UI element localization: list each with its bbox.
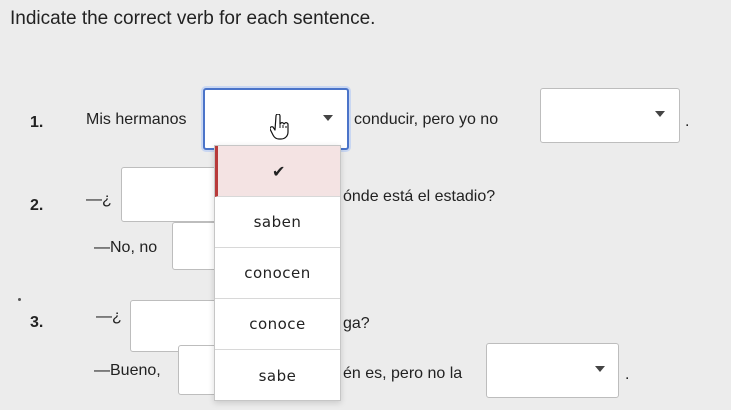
question-2-line1-start: —¿ <box>86 191 112 208</box>
question-3-end: . <box>625 366 630 383</box>
question-3-number: 3. <box>30 314 44 331</box>
question-1-number: 1. <box>30 114 44 131</box>
verb-dropdown-list: ✔ saben conocen conoce sabe <box>214 145 341 401</box>
checkmark-icon: ✔ <box>272 161 286 181</box>
question-3-line1-end: ga? <box>343 315 370 332</box>
question-2-number: 2. <box>30 197 44 214</box>
question-1-end: . <box>685 113 690 130</box>
verb-select-3c[interactable] <box>486 343 619 398</box>
question-1-prefix: Mis hermanos <box>86 111 187 128</box>
question-3-line2-start: —Bueno, <box>94 362 161 379</box>
hand-pointer-icon <box>270 114 289 140</box>
question-3-line2-end: én es, pero no la <box>343 365 463 382</box>
chevron-down-icon <box>595 366 605 372</box>
dropdown-option-conoce[interactable]: conoce <box>215 299 340 350</box>
question-1-mid: conducir, pero yo no <box>354 111 499 128</box>
verb-select-1b[interactable] <box>540 88 680 143</box>
chevron-down-icon <box>655 111 665 117</box>
question-2-line1-end: ónde está el estadio? <box>343 188 496 205</box>
question-2-line2-start: —No, no <box>94 239 158 256</box>
bullet-dot <box>18 298 21 301</box>
dropdown-option-conocen[interactable]: conocen <box>215 248 340 299</box>
dropdown-option-blank-selected[interactable]: ✔ <box>215 146 340 197</box>
dropdown-option-sabe[interactable]: sabe <box>215 350 340 401</box>
chevron-down-icon <box>323 115 333 121</box>
instruction-text: Indicate the correct verb for each sente… <box>10 8 376 29</box>
question-3-line1-start: —¿ <box>96 308 122 325</box>
verb-select-2a[interactable] <box>121 167 221 222</box>
dropdown-option-saben[interactable]: saben <box>215 197 340 248</box>
